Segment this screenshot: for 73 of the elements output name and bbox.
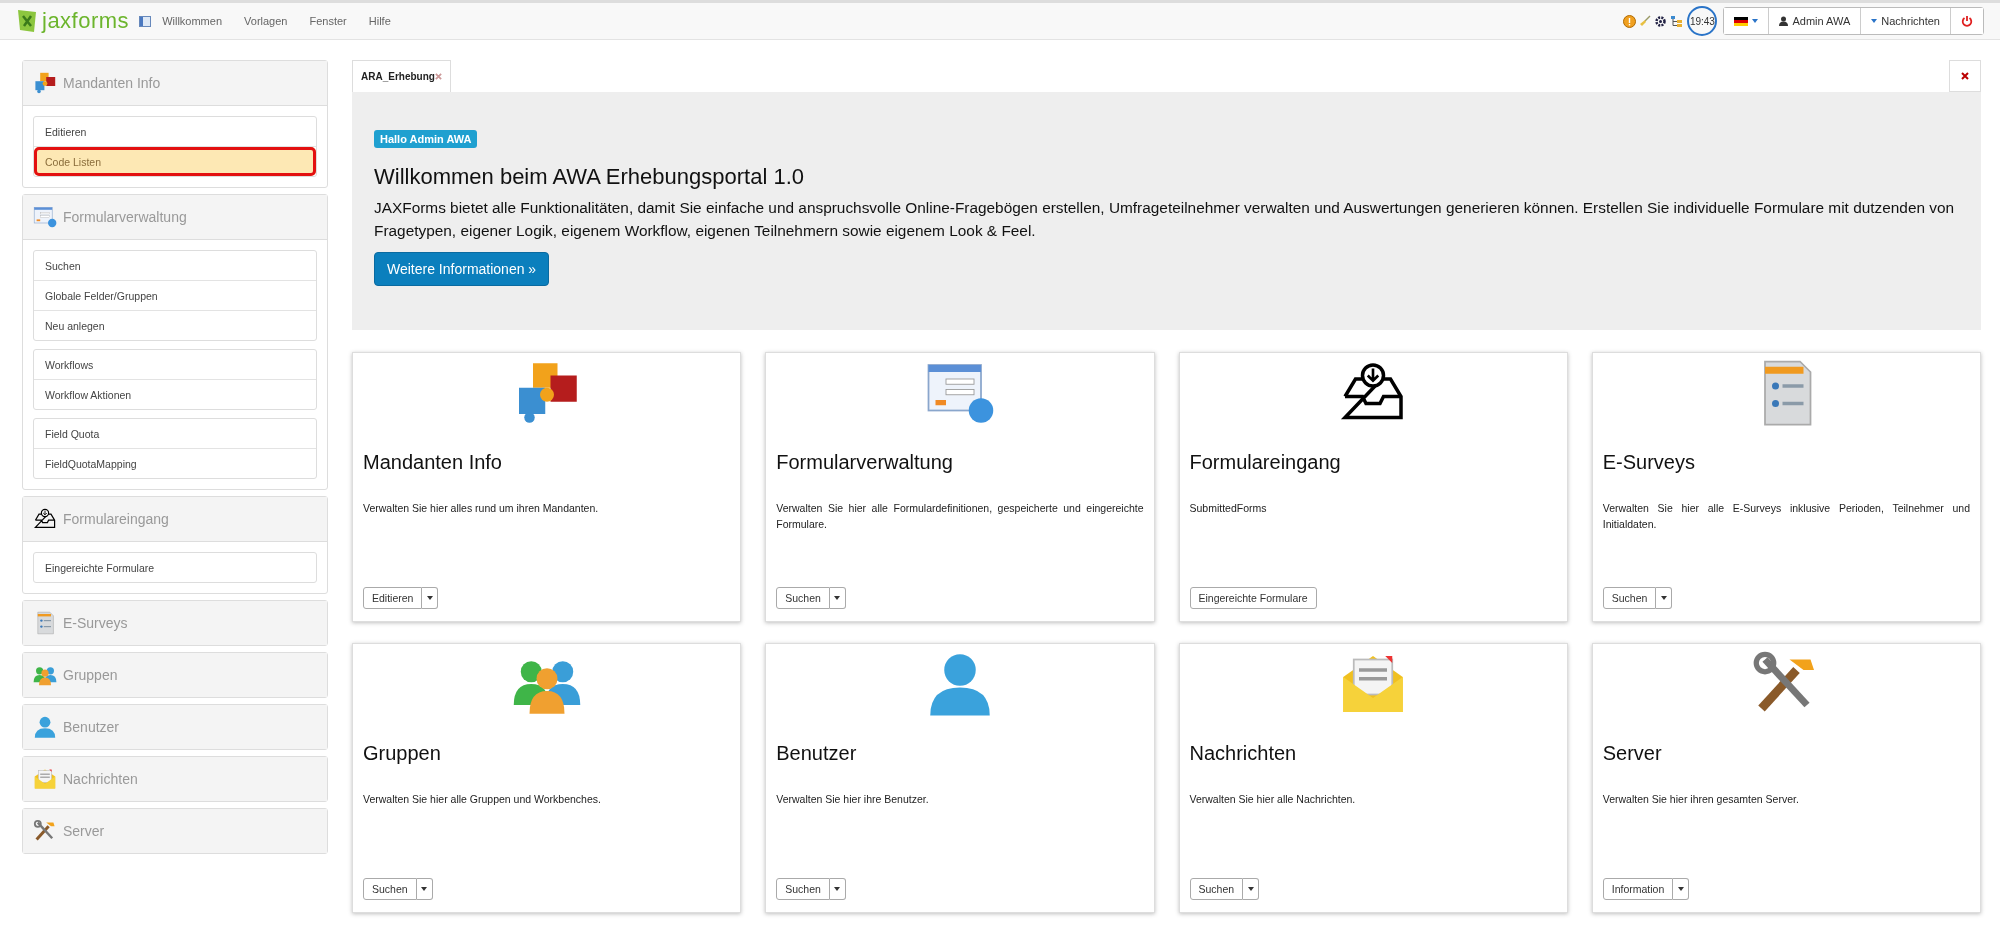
section-title: Benutzer [63, 719, 120, 735]
dropdown-toggle[interactable] [422, 587, 439, 610]
section-title: Nachrichten [63, 771, 138, 787]
menu-item[interactable]: Fenster [298, 15, 358, 27]
card-title: Server [1602, 742, 1663, 766]
card-button[interactable]: Editieren [363, 587, 423, 610]
card-title: Formulareingang [1189, 451, 1342, 475]
sidebar-item[interactable]: Globale Felder/Gruppen [34, 281, 316, 311]
user-icon [1779, 16, 1789, 26]
person-icon [33, 715, 57, 739]
menu-item[interactable]: Vorlagen [233, 15, 299, 27]
card-description: Verwalten Sie hier ihre Benutzer. [776, 792, 930, 808]
section-title: Server [63, 823, 105, 839]
section-title: Formularverwaltung [63, 209, 187, 225]
clock: 19:43 [1687, 6, 1718, 36]
card-title: Mandanten Info [363, 451, 503, 475]
card-button[interactable]: Suchen [776, 587, 830, 610]
close-icon [1961, 72, 1969, 80]
gear-icon[interactable] [1654, 14, 1668, 28]
card-button[interactable]: Suchen [1602, 587, 1657, 610]
section-title: Mandanten Info [63, 75, 161, 91]
envelope-icon [33, 767, 57, 791]
warning-icon[interactable] [1623, 14, 1637, 28]
section-title: E-Surveys [63, 615, 128, 631]
sidebar-item[interactable]: Eingereichte Formulare [34, 553, 316, 582]
card-button[interactable]: Eingereichte Formulare [1189, 587, 1317, 610]
sidebar-item[interactable]: Workflow Aktionen [34, 380, 316, 409]
sidebar-item[interactable]: Workflows [34, 350, 316, 380]
banner-title: Willkommen beim AWA Erhebungsportal 1.0 [374, 164, 804, 190]
inbox-tray-icon [33, 507, 57, 531]
card-description: Verwalten Sie hier alle Nachrichten. [1189, 792, 1357, 808]
card-description: Verwalten Sie hier alles rund um ihren Mandanten. [363, 501, 600, 517]
section-title: Gruppen [63, 667, 118, 683]
banner-text: JAXForms bietet alle Funktionalitäten, damit Sie einfache und anspruchsvolle Online-Fragebögen erstellen, Umfrageteilnehmer verwalten und Auswertungen generieren können. Erstellen Sie individuelle Formulare mit dutzenden von Fragetypen, eigener Logik, eigenem Workflow, eigenen Teilnehmern sowie eigenem Look & Feel. [374, 198, 1956, 242]
sidebar-item[interactable]: Suchen [34, 251, 316, 281]
language-dropdown[interactable] [1724, 8, 1770, 34]
power-icon [1961, 15, 1973, 27]
sidebar-item[interactable]: Neu anlegen [34, 311, 316, 340]
dropdown-toggle[interactable] [1673, 878, 1690, 901]
dropdown-toggle[interactable] [1243, 878, 1260, 901]
tab[interactable]: ARA_Erhebung [352, 60, 451, 92]
menu-item[interactable]: Willkommen [151, 15, 234, 27]
puzzle-icon [33, 71, 57, 95]
tools-icon [33, 819, 57, 843]
card-description: Verwalten Sie hier ihren gesamten Server. [1602, 792, 1800, 808]
greeting-badge: Hallo Admin AWA [374, 130, 478, 148]
dropdown-toggle[interactable] [1656, 587, 1673, 610]
card-description: Verwalten Sie hier alle Gruppen und Workbenches. [363, 792, 602, 808]
menu-item[interactable]: Hilfe [357, 15, 402, 27]
section-title: Formulareingang [63, 511, 169, 527]
card-title: Benutzer [776, 742, 858, 766]
card-button[interactable]: Suchen [363, 878, 417, 901]
logo-text: jaxforms [42, 8, 130, 34]
more-info-button[interactable]: Weitere Informationen » [374, 252, 550, 287]
sidebar-item[interactable]: FieldQuotaMapping [34, 449, 316, 478]
card-description: Verwalten Sie hier alle Formulardefinitionen, gespeicherte und eingereichte Formulare. [776, 501, 1144, 533]
card-description: SubmittedForms [1189, 501, 1268, 517]
tree-icon[interactable] [1670, 14, 1684, 28]
flag-icon [1734, 16, 1749, 26]
card-title: Gruppen [363, 742, 442, 766]
sidebar-item[interactable]: Field Quota [34, 419, 316, 449]
card-button[interactable]: Suchen [776, 878, 830, 901]
form-window-icon [33, 205, 57, 229]
panel-icon[interactable] [139, 15, 152, 27]
sidebar-item[interactable]: Code Listen [34, 147, 316, 176]
card-title: Nachrichten [1189, 742, 1298, 766]
close-button[interactable] [1949, 60, 1981, 92]
card-description: Verwalten Sie hier alle E-Surveys inklusive Perioden, Teilnehmer und Initialdaten. [1602, 501, 1970, 533]
card-title: E-Surveys [1602, 451, 1696, 475]
card-button[interactable]: Suchen [1189, 878, 1244, 901]
logo-icon [16, 8, 38, 34]
card-title: Formularverwaltung [776, 451, 954, 475]
card-button[interactable]: Information [1602, 878, 1674, 901]
